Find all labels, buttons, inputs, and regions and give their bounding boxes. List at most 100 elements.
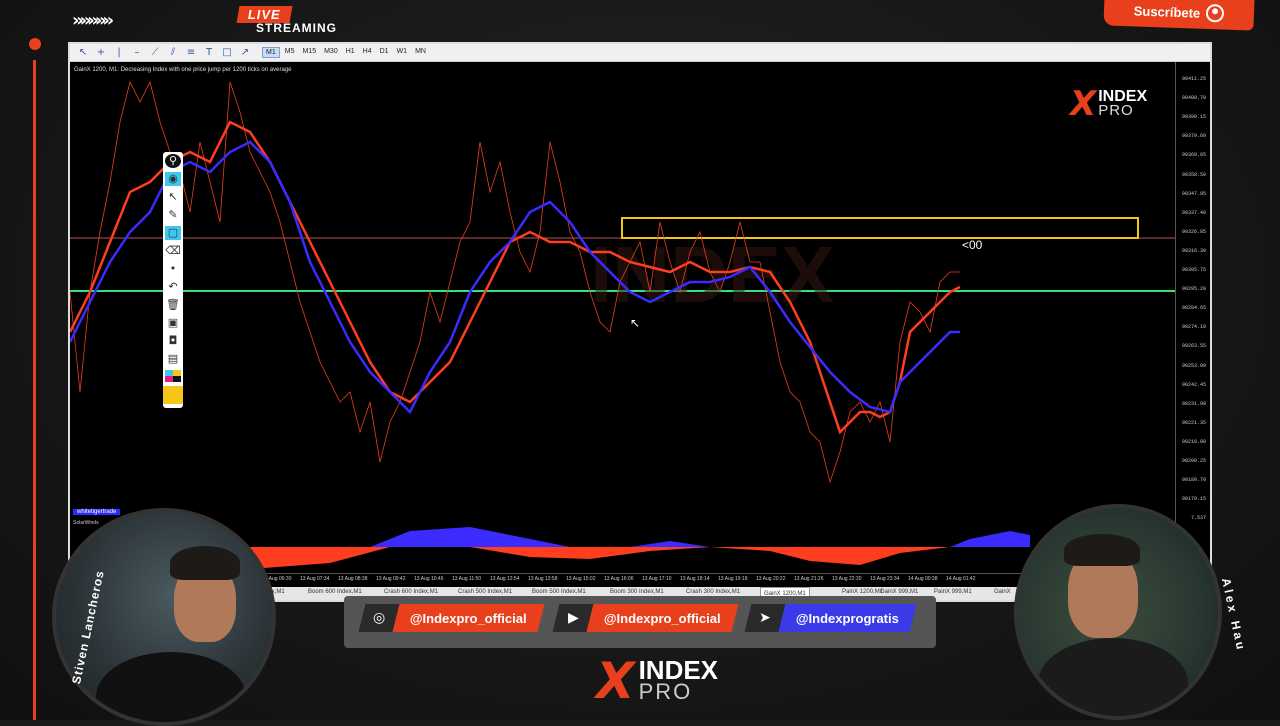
timeframe-m30[interactable]: M30	[321, 47, 341, 58]
price-label: 90274.10	[1181, 324, 1206, 331]
subscribe-label: Suscríbete	[1133, 2, 1201, 21]
timeframe-group: M1 M5 M15 M30 H1 H4 D1 W1 MN	[262, 47, 429, 58]
subscribe-button[interactable]: Suscríbete	[1103, 0, 1255, 31]
time-label: 13 Aug 07:34	[300, 576, 330, 582]
price-label: 90221.35	[1181, 419, 1206, 426]
arrows-icon[interactable]: ↗	[238, 47, 252, 58]
time-label: 13 Aug 18:14	[680, 576, 710, 582]
trendline-icon[interactable]: ⟋	[148, 47, 162, 58]
social-link[interactable]: ➤ @Indexprogratis	[744, 604, 917, 632]
chart-tab[interactable]: PainX 1200,M1	[842, 589, 883, 595]
price-label: 90411.25	[1181, 76, 1206, 82]
price-label: 90369.05	[1181, 152, 1206, 159]
chart-tab[interactable]: Crash 500 Index,M1	[458, 589, 512, 595]
price-label: 90189.70	[1181, 477, 1206, 484]
chart-tab[interactable]: PainX 999,M1	[934, 589, 972, 595]
price-label: 90284.65	[1181, 305, 1206, 312]
price-label: 90347.95	[1181, 190, 1206, 197]
time-label: 13 Aug 21:26	[794, 576, 824, 582]
price-label: 90326.85	[1181, 228, 1206, 235]
pencil-icon[interactable]: ✎	[165, 208, 181, 222]
shapes-icon[interactable]: □	[220, 47, 234, 58]
person-hair	[170, 546, 240, 580]
price-label: 90337.40	[1181, 209, 1206, 216]
price-label: 90379.60	[1181, 133, 1206, 140]
hline-icon[interactable]: –	[130, 47, 144, 58]
webcam-right	[1014, 504, 1222, 720]
time-label: 13 Aug 23:34	[870, 576, 900, 582]
person-hair	[1064, 534, 1140, 566]
social-link[interactable]: ◎ @Indexpro_official	[358, 604, 545, 632]
timeframe-mn[interactable]: MN	[412, 47, 429, 58]
price-axis: 90411.25 90400.70 90390.15 90379.60 90369.05…	[1175, 62, 1210, 582]
active-color-swatch[interactable]	[163, 386, 183, 404]
vline-icon[interactable]: |	[112, 47, 126, 58]
price-chart[interactable]: INDEX	[70, 62, 1176, 516]
price-label: 7.537	[1190, 515, 1206, 522]
price-label: 90210.80	[1181, 438, 1206, 445]
cursor-icon[interactable]: ↖	[76, 47, 90, 58]
stamp-icon[interactable]: ▣	[165, 316, 181, 330]
clipboard-icon[interactable]: ▤	[165, 352, 181, 366]
chart-tab[interactable]: Boom 500 Index,M1	[532, 589, 586, 595]
timeframe-d1[interactable]: D1	[377, 47, 392, 58]
undo-icon[interactable]: ↶	[165, 280, 181, 294]
rectangle-icon[interactable]: ▢	[165, 226, 181, 240]
price-label: 90316.30	[1181, 247, 1206, 254]
channel-icon[interactable]: ⫽	[166, 47, 180, 58]
price-label: 90263.55	[1181, 343, 1206, 350]
camera-icon[interactable]: ◘	[165, 334, 181, 348]
social-bar: ◎ @Indexpro_official ▶ @Indexpro_official ➤ @…	[344, 596, 936, 648]
timeframe-m5[interactable]: M5	[282, 47, 298, 58]
timeframe-h4[interactable]: H4	[360, 47, 375, 58]
timeframe-m1[interactable]: M1	[262, 47, 280, 58]
pin-icon[interactable]: ⚲	[165, 154, 181, 168]
chart-tab[interactable]: GainX 999,M1	[880, 589, 918, 595]
time-label: 13 Aug 19:18	[718, 576, 748, 582]
price-label: 90390.15	[1181, 114, 1206, 121]
footer-logo-main: INDEX	[638, 655, 719, 685]
chart-tab[interactable]: GainX	[994, 589, 1011, 595]
indicator-tag: whitetigertrade	[73, 509, 121, 515]
chart-logo: X INDEX PRO	[1070, 84, 1147, 124]
timeframe-m15[interactable]: M15	[299, 47, 319, 58]
chart-tab[interactable]: Boom 600 Index,M1	[308, 589, 362, 595]
time-label: 13 Aug 13:58	[528, 576, 558, 582]
timeframe-w1[interactable]: W1	[394, 47, 411, 58]
time-label: 13 Aug 22:30	[832, 576, 862, 582]
social-handle: @Indexpro_official	[392, 604, 545, 632]
trash-icon[interactable]: 🗑	[165, 298, 181, 312]
time-label: 13 Aug 16:06	[604, 576, 634, 582]
price-label: 90200.25	[1181, 458, 1206, 464]
price-label: 90295.20	[1181, 286, 1206, 293]
person-body	[96, 652, 246, 722]
dot-icon[interactable]: •	[165, 262, 181, 276]
chart-toolbar: ↖ + | – ⟋ ⫽ ≡ T □ ↗ M1 M5 M15 M30 H1 H4 D1 W1 MN	[70, 44, 1210, 62]
pointer-icon[interactable]: ↖	[165, 190, 181, 204]
time-label: 13 Aug 17:10	[642, 576, 672, 582]
price-label: 90253.00	[1181, 362, 1206, 369]
footer-logo-x-icon: X	[596, 652, 635, 710]
price-label: 90400.70	[1181, 95, 1206, 102]
timeframe-h1[interactable]: H1	[343, 47, 358, 58]
mouse-cursor-icon: ↖	[630, 316, 641, 330]
social-link[interactable]: ▶ @Indexpro_official	[552, 604, 739, 632]
footer-logo: X INDEX PRO	[596, 652, 718, 710]
chart-watermark: INDEX	[590, 230, 835, 319]
price-label: 90179.15	[1181, 496, 1206, 503]
eraser-icon[interactable]: ⌫	[165, 244, 181, 258]
fibo-icon[interactable]: ≡	[184, 47, 198, 58]
price-label: 90305.75	[1181, 267, 1206, 273]
eye-icon[interactable]: ◉	[165, 172, 181, 186]
time-label: 13 Aug 10:46	[414, 576, 444, 582]
color-swatches[interactable]	[165, 370, 181, 382]
chart-tab[interactable]: Crash 300 Index,M1	[686, 589, 740, 595]
social-handle: @Indexprogratis	[778, 604, 917, 632]
chart-logo-sub: PRO	[1098, 102, 1134, 119]
time-label: 13 Aug 11:50	[452, 576, 482, 582]
chart-tab[interactable]: Boom 300 Index,M1	[610, 589, 664, 595]
time-label: 13 Aug 12:54	[490, 576, 520, 582]
crosshair-icon[interactable]: +	[94, 47, 108, 58]
text-icon[interactable]: T	[202, 47, 216, 58]
chart-tab[interactable]: Crash 600 Index,M1	[384, 589, 438, 595]
